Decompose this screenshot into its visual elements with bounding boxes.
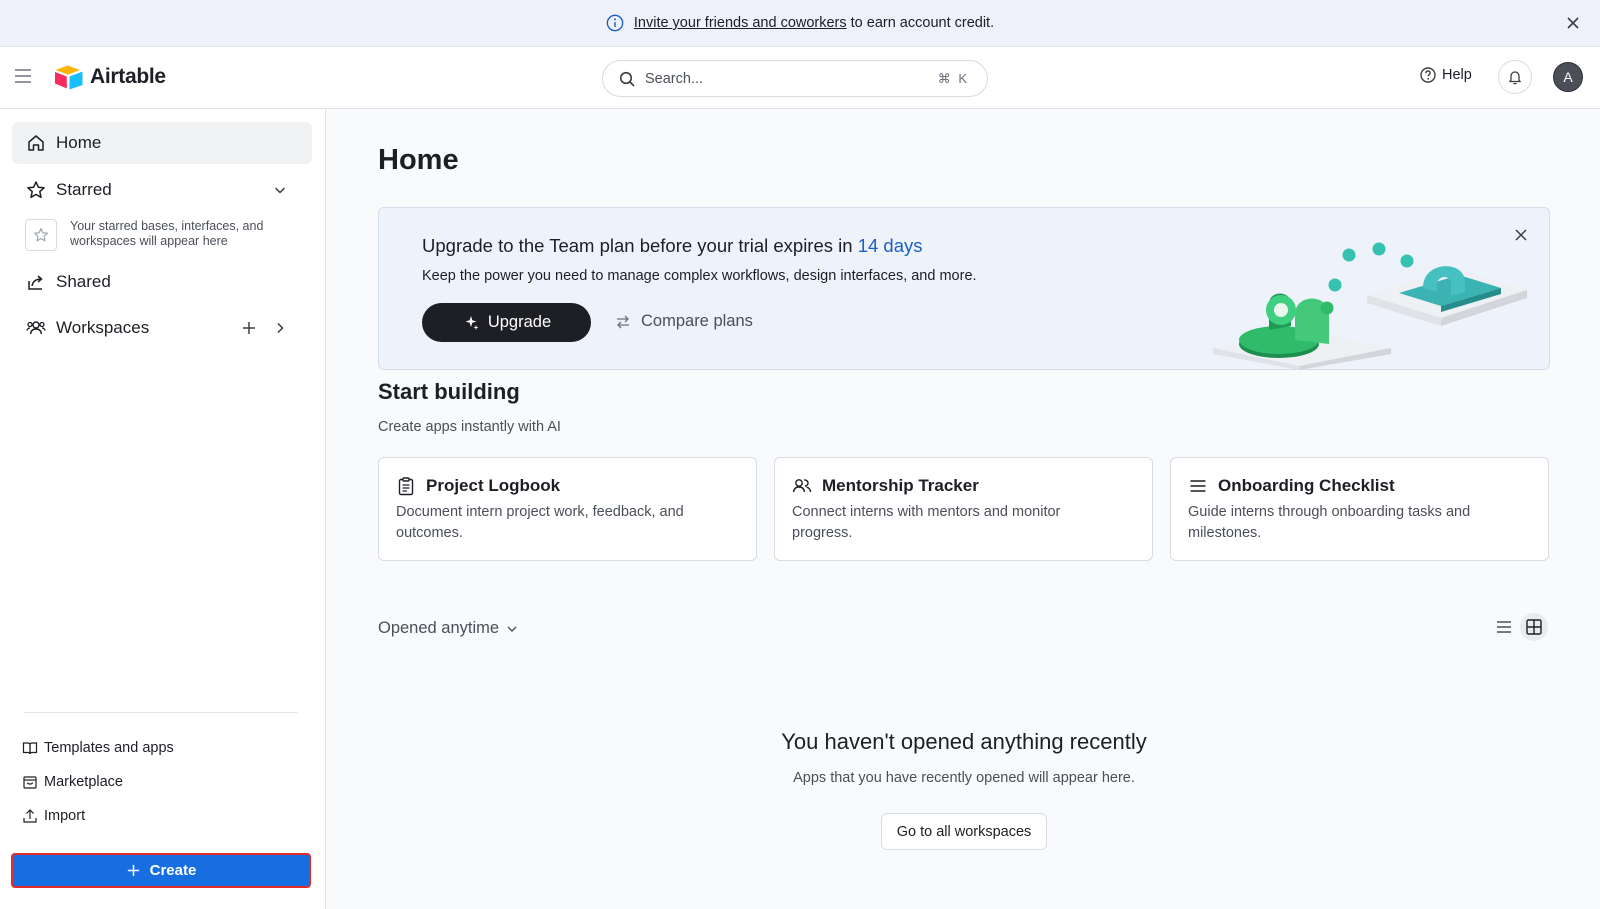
upgrade-description: Keep the power you need to manage comple…: [422, 268, 977, 284]
template-card-mentorship-tracker[interactable]: Mentorship Tracker Connect interns with …: [774, 457, 1153, 561]
compare-plans-button[interactable]: Compare plans: [615, 312, 753, 331]
template-card-body: Document intern project work, feedback, …: [396, 504, 684, 541]
list-view-icon: [1497, 621, 1511, 633]
main-content: Home Upgrade to the Team plan before you…: [327, 109, 1600, 909]
grid-view-icon: [1526, 619, 1542, 635]
sidebar-link-label: Import: [44, 808, 86, 824]
chevron-down-icon: [507, 626, 517, 632]
swap-icon: [617, 315, 629, 328]
template-card-header: Project Logbook: [396, 476, 739, 496]
list-icon: [1190, 480, 1206, 492]
chevron-right-icon[interactable]: [272, 320, 288, 336]
template-card-header: Onboarding Checklist: [1188, 476, 1531, 496]
top-bar: Airtable Search... ⌘ K Help A: [0, 47, 1600, 109]
add-workspace-icon[interactable]: [240, 319, 258, 337]
help-button[interactable]: Help: [1420, 67, 1472, 83]
star-outline-icon: [34, 228, 48, 242]
app-name: Airtable: [90, 65, 166, 88]
sidebar-item-workspaces[interactable]: Workspaces: [12, 307, 312, 349]
upgrade-card: Upgrade to the Team plan before your tri…: [378, 207, 1550, 370]
invite-banner: Invite your friends and coworkers to ear…: [0, 0, 1600, 47]
airtable-logo-icon: [55, 65, 83, 90]
plus-icon: [127, 864, 139, 877]
marketplace-icon: [23, 776, 37, 789]
sidebar-item-label: Shared: [56, 272, 111, 291]
share-icon: [28, 275, 43, 290]
starred-empty-state: Your starred bases, interfaces, and work…: [25, 219, 315, 251]
sidebar-item-shared[interactable]: Shared: [12, 261, 312, 303]
question-icon: [1420, 67, 1436, 83]
trial-days: 14 days: [857, 235, 923, 256]
star-placeholder: [25, 219, 57, 251]
sidebar-item-starred[interactable]: Starred: [12, 169, 312, 211]
bell-icon: [1508, 71, 1522, 85]
filter-label: Opened anytime: [378, 619, 500, 637]
template-card-project-logbook[interactable]: Project Logbook Document intern project …: [378, 457, 757, 561]
template-card-onboarding-checklist[interactable]: Onboarding Checklist Guide interns throu…: [1170, 457, 1549, 561]
grid-view-button[interactable]: [1520, 613, 1548, 641]
search-placeholder: Search...: [645, 70, 704, 87]
create-button[interactable]: Create: [11, 853, 311, 888]
home-icon: [28, 135, 44, 151]
sidebar-item-label: Home: [56, 133, 102, 152]
hamburger-menu-icon[interactable]: [14, 68, 32, 84]
template-card-body: Guide interns through onboarding tasks a…: [1188, 504, 1471, 541]
upgrade-illustration: [1213, 242, 1527, 370]
empty-state-title: You haven't opened anything recently: [781, 729, 1147, 754]
users-icon: [792, 479, 812, 493]
clipboard-icon: [398, 477, 414, 496]
opened-filter-dropdown[interactable]: Opened anytime: [378, 619, 519, 638]
search-input[interactable]: Search... ⌘ K: [602, 60, 988, 97]
people-icon: [26, 321, 46, 335]
sidebar-link-marketplace[interactable]: Marketplace: [22, 774, 123, 790]
upload-icon: [23, 809, 37, 823]
close-icon[interactable]: [1564, 14, 1582, 32]
sidebar-item-home[interactable]: Home: [12, 122, 312, 164]
info-icon: [606, 14, 624, 32]
sidebar: Home Starred Your starred bases, interfa…: [0, 109, 326, 909]
book-icon: [22, 742, 38, 755]
sparkle-icon: [465, 315, 479, 330]
create-label: Create: [149, 862, 197, 879]
start-building-subtitle: Create apps instantly with AI: [378, 419, 561, 435]
chevron-down-icon[interactable]: [272, 182, 288, 198]
sidebar-link-import[interactable]: Import: [22, 808, 85, 824]
sidebar-link-templates[interactable]: Templates and apps: [22, 740, 174, 756]
sidebar-item-label: Workspaces: [56, 318, 150, 337]
starred-empty-text: Your starred bases, interfaces, and work…: [70, 219, 264, 248]
sidebar-divider: [24, 712, 298, 713]
airtable-logo[interactable]: Airtable: [54, 64, 166, 90]
list-view-button[interactable]: [1490, 613, 1518, 641]
invite-link[interactable]: Invite your friends and coworkers: [634, 15, 847, 31]
upgrade-button[interactable]: Upgrade: [422, 303, 591, 342]
sidebar-link-label: Marketplace: [44, 774, 123, 790]
sidebar-link-label: Templates and apps: [44, 740, 174, 756]
avatar[interactable]: A: [1553, 62, 1583, 92]
star-icon: [27, 181, 45, 199]
upgrade-label: Upgrade: [487, 313, 552, 331]
empty-state-subtitle: Apps that you have recently opened will …: [793, 770, 1135, 786]
template-card-body: Connect interns with mentors and monitor…: [792, 504, 1061, 541]
search-shortcut: ⌘ K: [937, 70, 969, 86]
go-to-workspaces-button[interactable]: Go to all workspaces: [881, 813, 1047, 850]
upgrade-title: Upgrade to the Team plan before your tri…: [422, 235, 922, 257]
template-card-title: Project Logbook: [426, 476, 561, 495]
compare-label: Compare plans: [641, 312, 753, 330]
template-card-title: Mentorship Tracker: [822, 476, 979, 495]
help-label: Help: [1442, 67, 1472, 83]
banner-text: to earn account credit.: [850, 15, 995, 31]
notifications-button[interactable]: [1498, 60, 1532, 94]
sidebar-item-label: Starred: [56, 180, 112, 199]
template-card-header: Mentorship Tracker: [792, 476, 1135, 496]
page-title: Home: [378, 144, 459, 176]
upgrade-title-text: Upgrade to the Team plan before your tri…: [422, 235, 853, 256]
search-icon: [619, 71, 635, 87]
template-card-title: Onboarding Checklist: [1218, 476, 1395, 495]
start-building-title: Start building: [378, 379, 520, 404]
